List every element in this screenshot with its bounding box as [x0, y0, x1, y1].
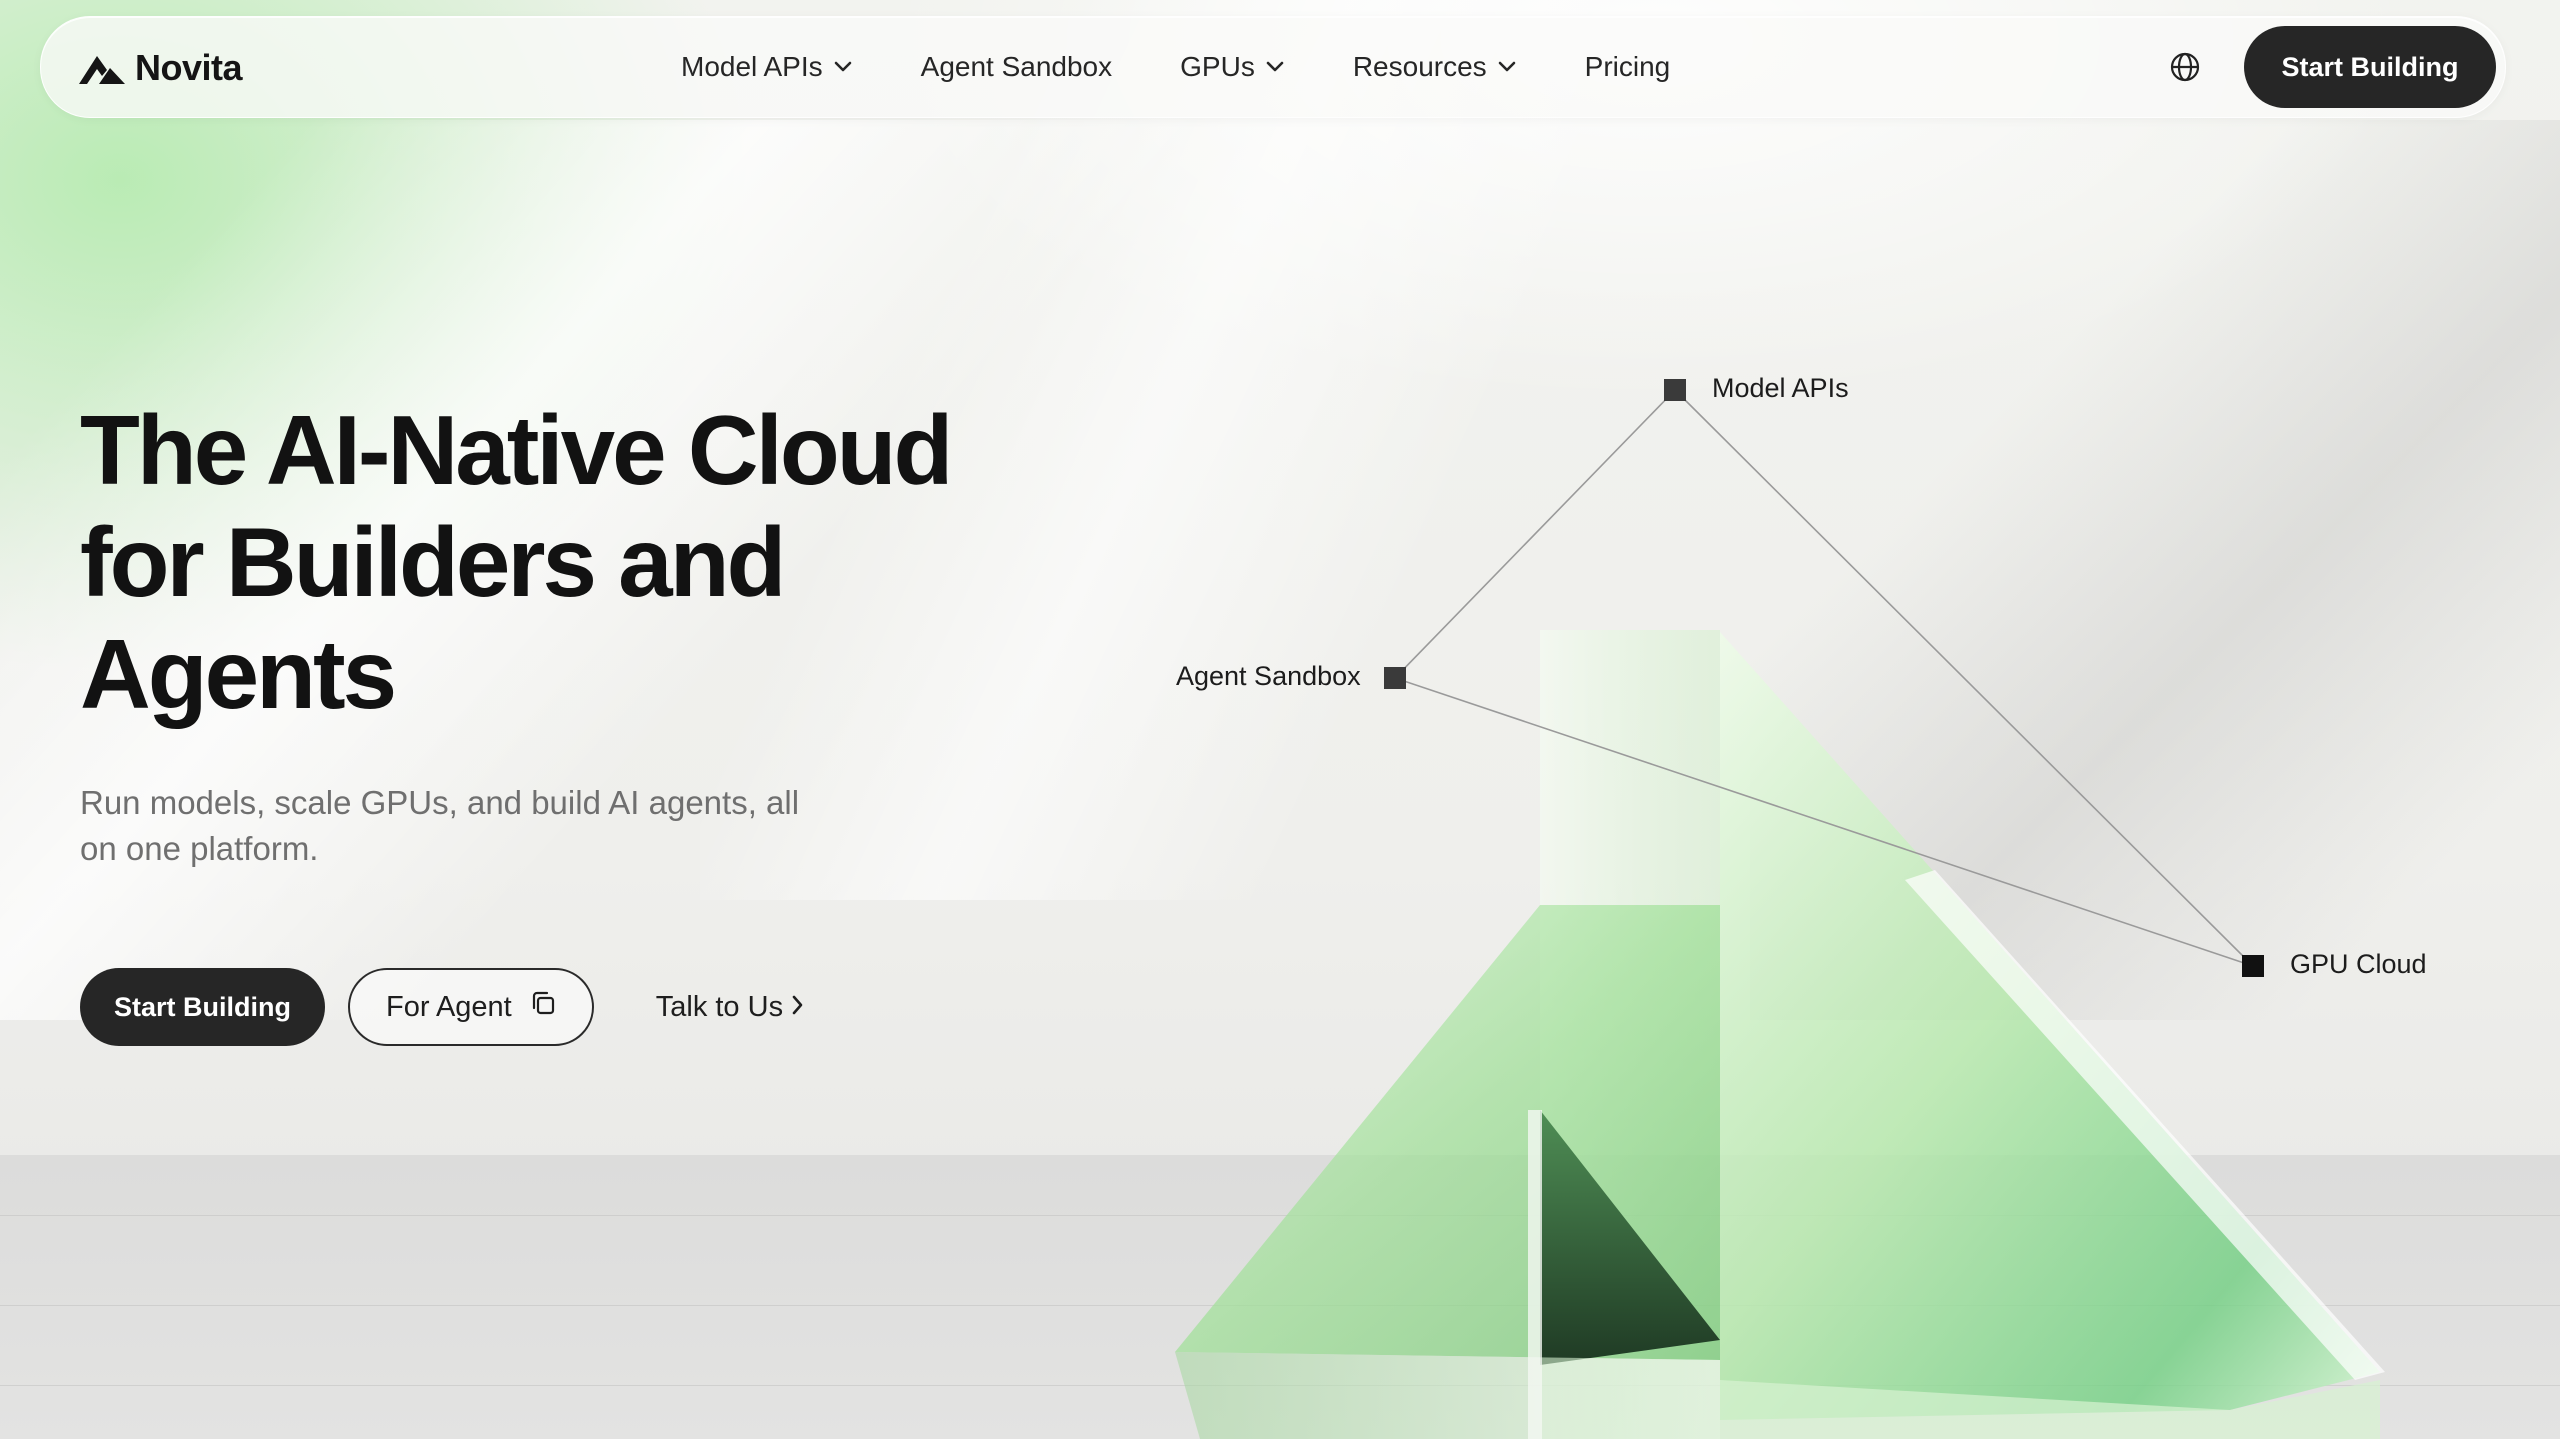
top-navbar: Novita Model APIs Agent Sandbox GPUs Res…: [40, 16, 2506, 118]
chevron-down-icon: [833, 61, 853, 73]
globe-icon[interactable]: [2169, 51, 2201, 83]
nav-start-building-button[interactable]: Start Building: [2244, 26, 2496, 108]
nav-item-label: Model APIs: [681, 51, 823, 82]
nav-item-label: GPUs: [1180, 51, 1255, 82]
for-agent-label: For Agent: [386, 990, 512, 1023]
nav-item-model-apis[interactable]: Model APIs: [681, 51, 853, 83]
novita-logo-icon: [79, 52, 125, 84]
node-label-agent-sandbox: Agent Sandbox: [1176, 661, 1361, 691]
hero-subtitle-line: Run models, scale GPUs, and build AI age…: [80, 784, 800, 821]
hero-cta-row: Start Building For Agent Talk to Us: [80, 968, 805, 1046]
brand-name: Novita: [135, 47, 243, 88]
nav-item-agent-sandbox[interactable]: Agent Sandbox: [921, 51, 1113, 83]
node-marker-model-apis: [1664, 379, 1686, 401]
for-agent-button[interactable]: For Agent: [348, 968, 594, 1046]
start-building-button[interactable]: Start Building: [80, 968, 325, 1046]
nav-item-label: Resources: [1352, 51, 1487, 82]
nav-item-resources[interactable]: Resources: [1353, 51, 1517, 83]
copy-icon: [528, 988, 558, 1026]
prism-base: [1175, 1352, 1720, 1439]
node-label-model-apis: Model APIs: [1712, 373, 1849, 403]
hero-title: The AI-Native Cloud for Builders and Age…: [80, 394, 1080, 730]
hero-subtitle-line: on one platform.: [80, 830, 319, 867]
hero-subtitle: Run models, scale GPUs, and build AI age…: [80, 780, 840, 872]
nav-item-gpus[interactable]: GPUs: [1180, 51, 1285, 83]
node-label-gpu-cloud: GPU Cloud: [2290, 949, 2427, 979]
nav-item-pricing[interactable]: Pricing: [1585, 51, 1671, 83]
talk-to-us-link[interactable]: Talk to Us: [656, 991, 805, 1024]
page: Model APIs Agent Sandbox GPU Cloud Novit…: [0, 0, 2560, 1439]
glass-pillar: [1528, 1110, 1542, 1439]
hero-title-line: The AI-Native Cloud: [80, 395, 953, 505]
main-nav: Model APIs Agent Sandbox GPUs Resources: [681, 17, 1670, 117]
chevron-down-icon: [1497, 61, 1517, 73]
node-marker-gpu-cloud: [2242, 955, 2264, 977]
node-marker-agent-sandbox: [1384, 667, 1406, 689]
nav-item-label: Agent Sandbox: [920, 51, 1113, 82]
hero-title-line: Agents: [80, 619, 397, 729]
talk-to-us-label: Talk to Us: [655, 990, 784, 1023]
chevron-right-icon: [791, 991, 805, 1024]
hero-title-line: for Builders and: [80, 507, 786, 617]
nav-item-label: Pricing: [1584, 51, 1671, 82]
chevron-down-icon: [1265, 61, 1285, 73]
brand-logo[interactable]: Novita: [79, 47, 243, 89]
